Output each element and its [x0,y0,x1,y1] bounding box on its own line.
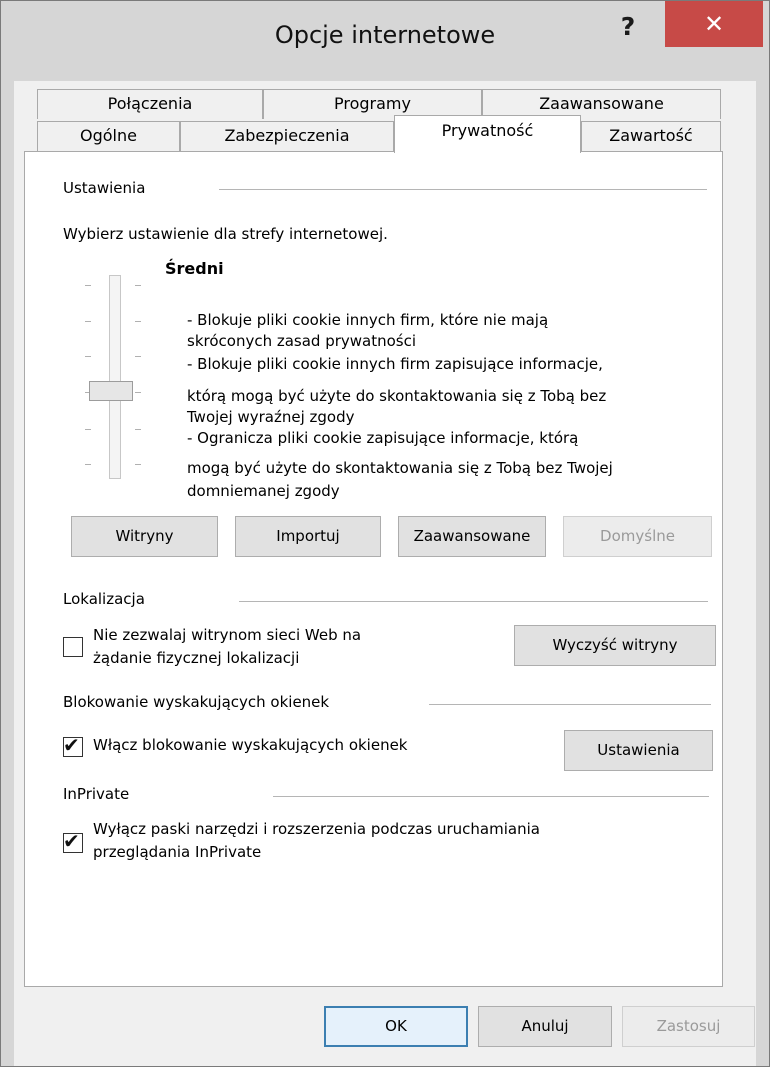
advanced-button[interactable]: Zaawansowane [398,516,546,557]
ok-button[interactable]: OK [324,1006,468,1047]
inprivate-group-label: InPrivate [63,785,130,803]
privacy-level-slider-track[interactable] [109,275,121,479]
slider-tick [135,464,141,465]
location-group-label: Lokalizacja [63,590,145,608]
slider-tick [135,321,141,322]
popup-settings-button[interactable]: Ustawienia [564,730,713,771]
help-button[interactable]: ? [599,9,657,45]
privacy-panel [24,151,723,987]
popup-blocker-checkbox-label[interactable]: Włącz blokowanie wyskakujących okienek [93,736,408,754]
slider-tick [85,464,91,465]
dialog-window: Opcje internetowe ? ✕ Połączenia Program… [0,0,770,1067]
title-bar[interactable]: Opcje internetowe ? ✕ [1,1,769,81]
slider-tick [85,321,91,322]
inprivate-separator [273,796,709,797]
sites-button[interactable]: Witryny [71,516,218,557]
clear-sites-button[interactable]: Wyczyść witryny [514,625,716,666]
location-checkbox[interactable] [63,637,83,657]
privacy-level-slider-thumb[interactable] [89,381,133,401]
import-button[interactable]: Importuj [235,516,381,557]
check-icon: ✔ [63,829,80,853]
popup-group-label: Blokowanie wyskakujących okienek [63,693,330,711]
zone-instruction: Wybierz ustawienie dla strefy internetow… [63,225,388,243]
tab-ogolne[interactable]: Ogólne [37,121,180,151]
privacy-level-name: Średni [165,259,224,278]
tab-zawartosc[interactable]: Zawartość [581,121,721,151]
slider-tick [85,285,91,286]
inprivate-checkbox-label-line2[interactable]: przeglądania InPrivate [93,843,261,861]
level-description-line: - Ogranicza pliki cookie zapisujące info… [187,429,579,447]
slider-tick [135,392,141,393]
inprivate-checkbox[interactable]: ✔ [63,829,83,853]
slider-tick [85,429,91,430]
slider-tick [85,356,91,357]
settings-group-label: Ustawienia [63,179,146,197]
check-icon: ✔ [63,733,80,757]
location-separator [239,601,708,602]
popup-blocker-checkbox[interactable]: ✔ [63,733,83,757]
location-checkbox-label-line2[interactable]: żądanie fizycznej lokalizacji [93,649,299,667]
level-description-line: - Blokuje pliki cookie innych firm zapis… [187,355,603,373]
popup-separator [429,704,711,705]
tab-polaczenia[interactable]: Połączenia [37,89,263,119]
close-button[interactable]: ✕ [665,1,763,47]
default-button[interactable]: Domyślne [563,516,712,557]
help-icon: ? [620,12,636,41]
slider-tick [135,429,141,430]
level-description-line: Twojej wyraźnej zgody [187,408,355,426]
tab-zabezpieczenia[interactable]: Zabezpieczenia [180,121,394,151]
tab-prywatnosc[interactable]: Prywatność [394,115,581,153]
level-description-line: mogą być użyte do skontaktowania się z T… [187,459,613,477]
close-icon: ✕ [703,10,725,38]
level-description-line: którą mogą być użyte do skontaktowania s… [187,387,607,405]
level-description-line: domniemanej zgody [187,482,340,500]
inprivate-checkbox-label-line1[interactable]: Wyłącz paski narzędzi i rozszerzenia pod… [93,820,540,838]
level-description-line: skróconych zasad prywatności [187,332,417,350]
slider-tick [135,356,141,357]
level-description-line: - Blokuje pliki cookie innych firm, któr… [187,311,549,329]
cancel-button[interactable]: Anuluj [478,1006,612,1047]
settings-separator [219,189,707,190]
apply-button[interactable]: Zastosuj [622,1006,755,1047]
slider-tick [135,285,141,286]
location-checkbox-label-line1[interactable]: Nie zezwalaj witrynom sieci Web na [93,626,361,644]
